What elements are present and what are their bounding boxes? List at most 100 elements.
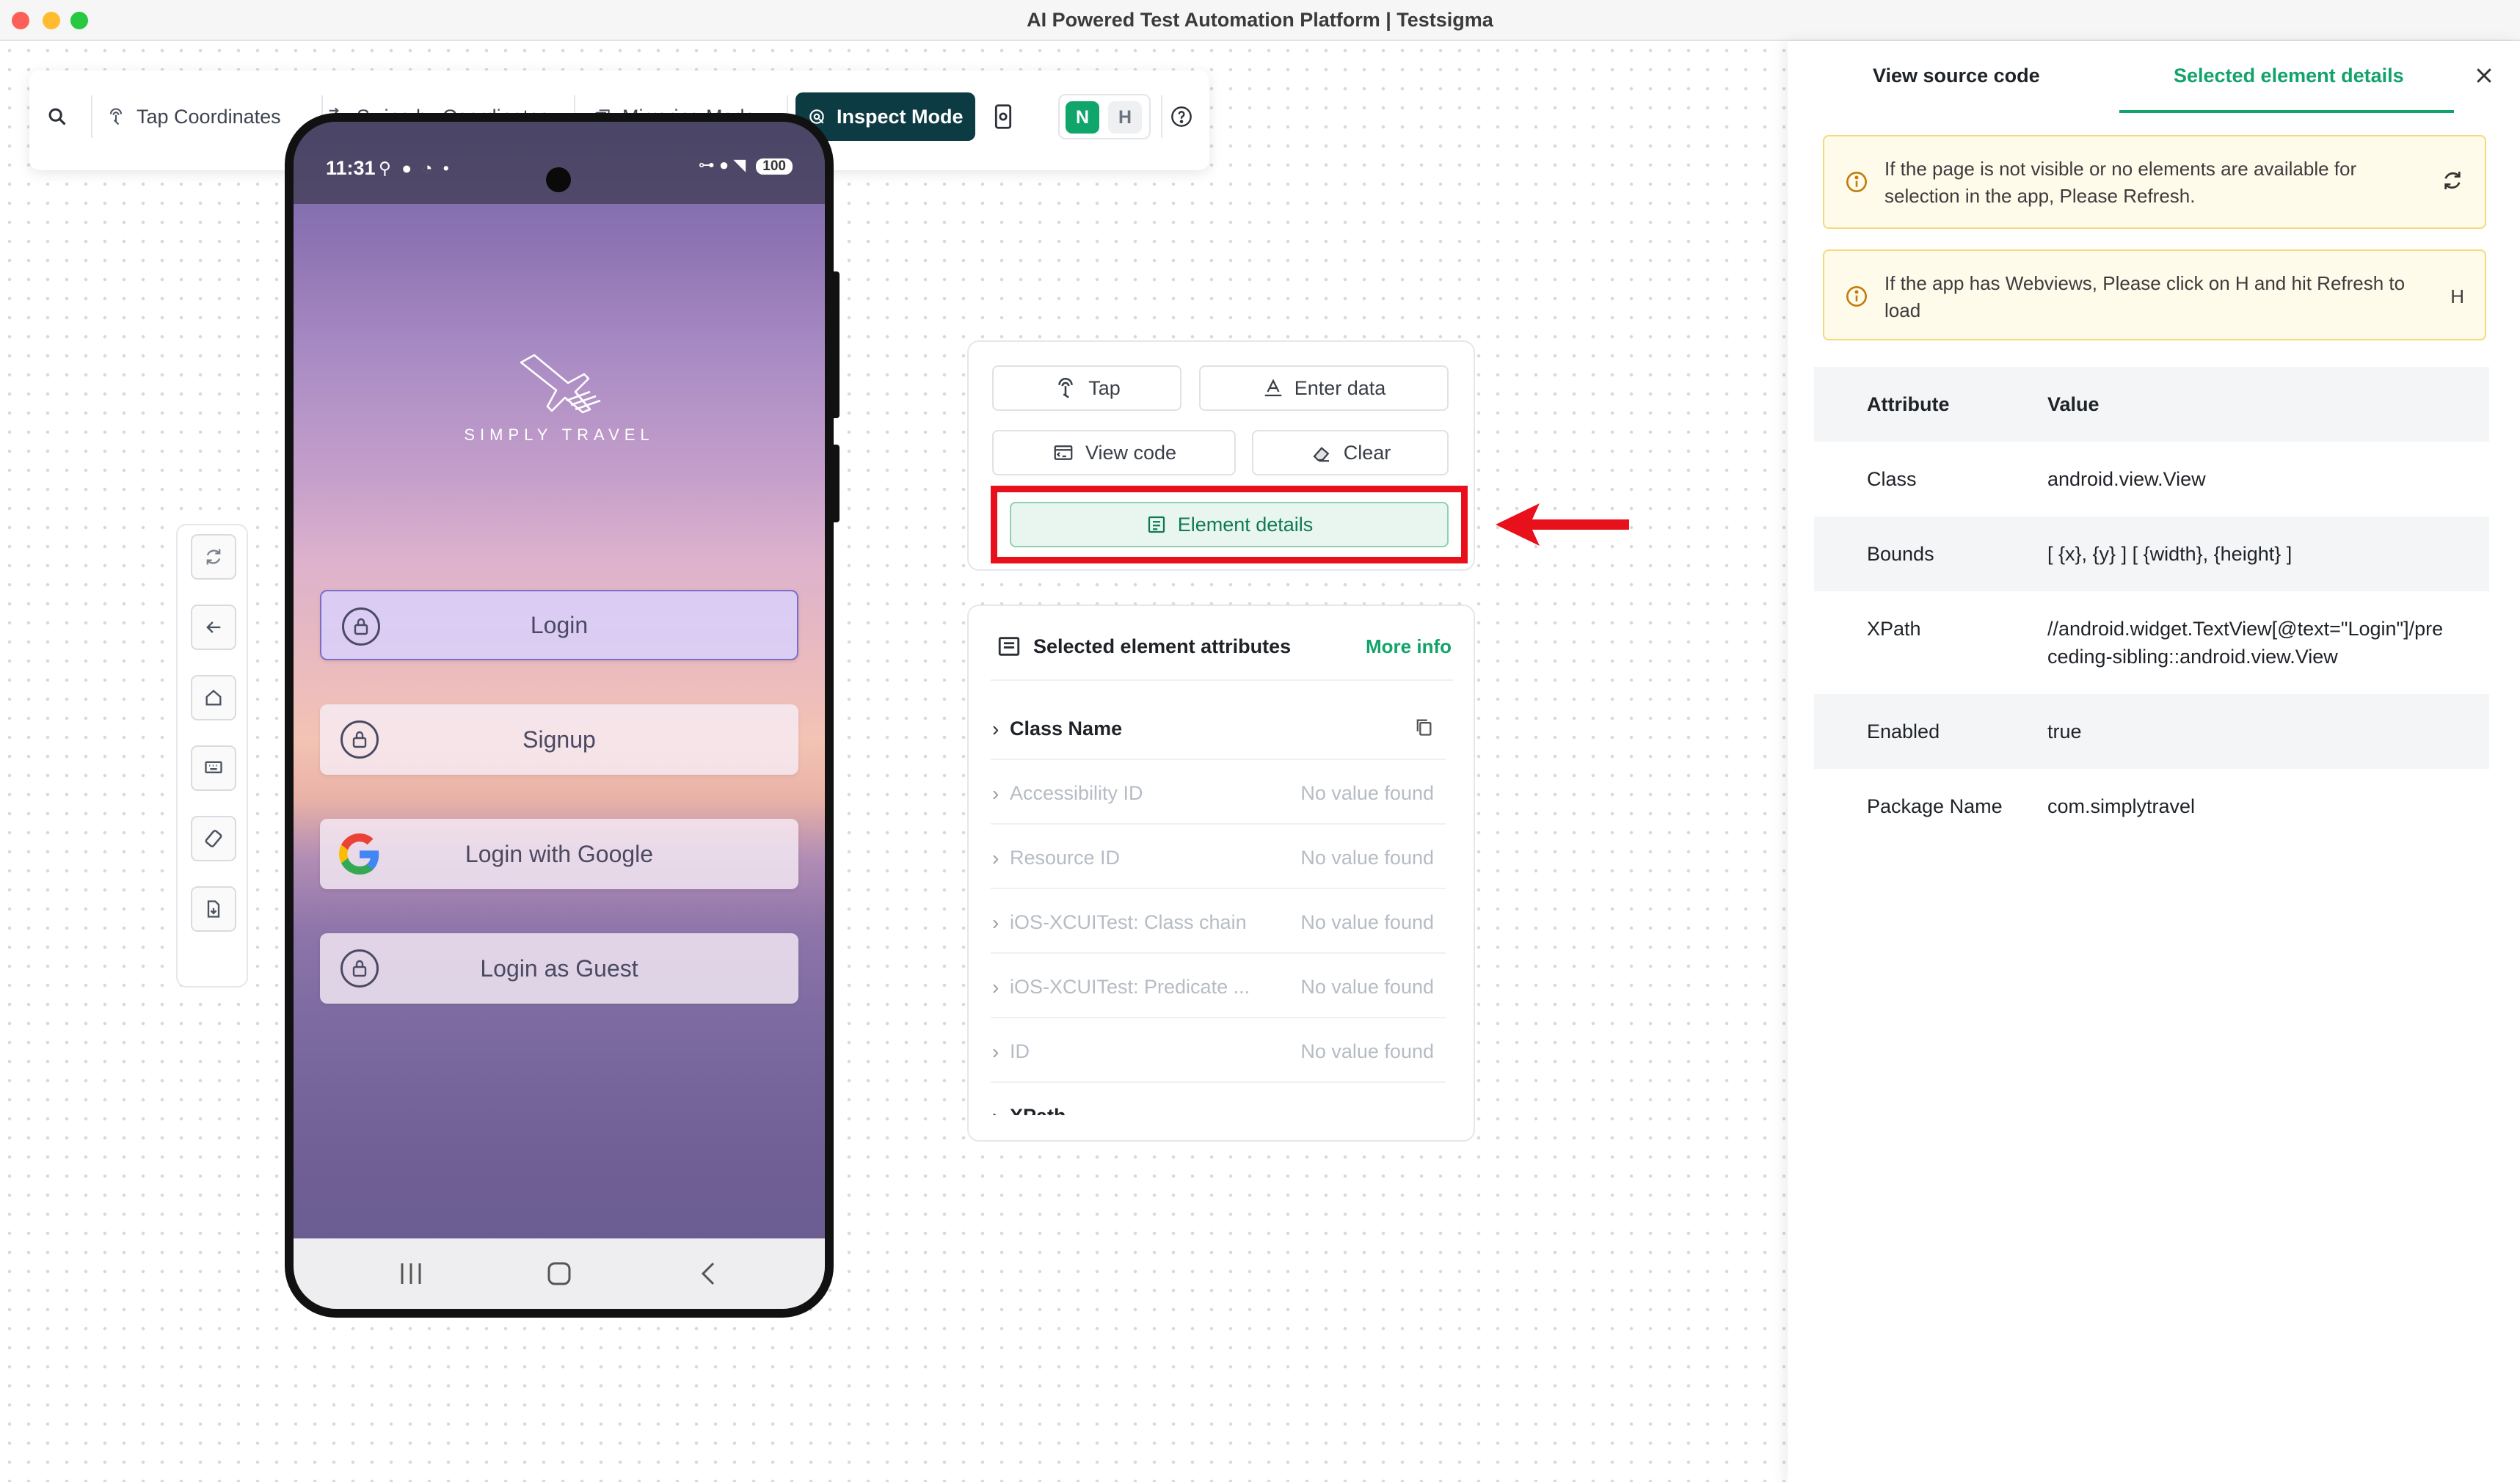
view-code-label: View code xyxy=(1085,441,1177,464)
chevron-right-icon: › xyxy=(992,1105,999,1115)
tap-coordinates-label: Tap Coordinates xyxy=(136,105,281,128)
detail-attribute: Package Name xyxy=(1867,795,2003,817)
device-canvas: Tap Coordinates Swipe by Coordinates Mir… xyxy=(0,41,1788,1482)
copy-icon[interactable] xyxy=(1413,716,1434,738)
help-button[interactable] xyxy=(1170,92,1203,141)
home-icon xyxy=(205,690,222,706)
attribute-name: ID xyxy=(1010,1040,1030,1062)
install-app-button[interactable] xyxy=(191,886,236,932)
attribute-row-resource-id[interactable]: › Resource ID No value found xyxy=(991,825,1446,889)
attribute-row-xpath[interactable]: › XPath xyxy=(991,1083,1446,1115)
status-system-icons: ⊶ ● ◥ 100 xyxy=(699,156,793,175)
login-label: Login xyxy=(530,611,589,638)
chevron-right-icon: › xyxy=(992,911,999,934)
tap-coordinates-button[interactable]: Tap Coordinates xyxy=(106,92,281,141)
device-rotate-button[interactable] xyxy=(191,816,236,861)
signup-button[interactable]: Signup xyxy=(320,704,798,775)
device-keyboard-button[interactable] xyxy=(191,745,236,791)
login-with-google-label: Login with Google xyxy=(465,840,654,867)
search-icon xyxy=(48,108,66,125)
attribute-row-class-chain[interactable]: › iOS-XCUITest: Class chain No value fou… xyxy=(991,889,1446,954)
hybrid-context-button[interactable]: H xyxy=(1108,101,1142,134)
device-screen[interactable]: 11:31 ⚲ ● ◔ • ⊶ ● ◥ 100 SIMPLY TRAVEL Lo… xyxy=(294,122,825,1309)
webview-notice-text: If the app has Webviews, Please click on… xyxy=(1884,272,2406,321)
app-brand-name: SIMPLY TRAVEL xyxy=(464,426,655,444)
attribute-row-class-name[interactable]: › Class Name xyxy=(991,696,1446,760)
window-title: AI Powered Test Automation Platform | Te… xyxy=(1027,9,1493,31)
device-back-button[interactable] xyxy=(191,605,236,650)
native-context-button[interactable]: N xyxy=(1066,101,1099,134)
info-icon xyxy=(1846,172,1867,192)
device-info-button[interactable] xyxy=(994,92,1023,141)
tap-button[interactable]: Tap xyxy=(992,365,1181,411)
lock-icon xyxy=(342,607,380,646)
attributes-panel-title: Selected element attributes xyxy=(1033,635,1292,657)
detail-attribute: Bounds xyxy=(1867,543,1934,565)
attribute-row-accessibility-id[interactable]: › Accessibility ID No value found xyxy=(991,760,1446,825)
recent-apps-icon[interactable] xyxy=(396,1260,426,1287)
login-with-google-button[interactable]: Login with Google xyxy=(320,819,798,889)
detail-attribute: Class xyxy=(1867,468,1917,490)
refresh-icon xyxy=(206,549,221,565)
nav-home-icon[interactable] xyxy=(546,1260,572,1287)
attribute-name: Resource ID xyxy=(1010,847,1121,869)
refresh-notice-text: If the page is not visible or no element… xyxy=(1884,158,2357,207)
attribute-column-header: Attribute xyxy=(1867,393,1950,415)
toolbar-divider xyxy=(1161,95,1162,138)
webview-hybrid-action[interactable]: H xyxy=(2450,283,2464,310)
detail-value: true xyxy=(2047,720,2082,742)
attribute-row-predicate[interactable]: › iOS-XCUITest: Predicate ... No value f… xyxy=(991,954,1446,1018)
install-app-icon xyxy=(207,900,220,918)
rotate-icon xyxy=(205,830,222,847)
google-logo-icon xyxy=(339,833,379,875)
back-icon xyxy=(206,621,221,633)
attribute-value: No value found xyxy=(1300,847,1434,869)
attribute-value: No value found xyxy=(1300,782,1434,804)
attributes-list-icon xyxy=(998,637,1020,656)
login-button[interactable]: Login xyxy=(320,590,798,660)
details-row-enabled: Enabled true xyxy=(1814,694,2489,769)
lock-icon xyxy=(341,720,379,759)
attribute-row-id[interactable]: › ID No value found xyxy=(991,1018,1446,1083)
search-button[interactable] xyxy=(47,92,78,141)
chevron-right-icon: › xyxy=(992,718,999,740)
tap-label: Tap xyxy=(1088,376,1121,399)
keyboard-icon xyxy=(205,761,222,773)
clear-button[interactable]: Clear xyxy=(1252,430,1449,475)
refresh-notice: If the page is not visible or no element… xyxy=(1823,135,2486,229)
nav-back-icon[interactable] xyxy=(697,1260,719,1287)
signup-label: Signup xyxy=(522,726,596,753)
help-icon xyxy=(1171,106,1192,127)
refresh-icon[interactable] xyxy=(2441,169,2464,192)
detail-attribute: Enabled xyxy=(1867,720,1940,742)
view-code-button[interactable]: View code xyxy=(992,430,1236,475)
element-details-sidebar: View source code Selected element detail… xyxy=(1788,41,2520,1482)
status-time: 11:31 xyxy=(326,157,376,179)
details-row-xpath: XPath //android.widget.TextView[@text="L… xyxy=(1814,591,2489,694)
chevron-right-icon: › xyxy=(992,976,999,999)
chevron-right-icon: › xyxy=(992,847,999,869)
enter-data-icon xyxy=(1264,379,1281,397)
detail-value: com.simplytravel xyxy=(2047,795,2196,817)
active-tab-indicator xyxy=(2119,110,2454,113)
red-arrow-annotation xyxy=(1496,503,1629,546)
close-icon[interactable] xyxy=(2473,65,2495,87)
attribute-value: No value found xyxy=(1300,911,1434,933)
details-table-header: Attribute Value xyxy=(1814,367,2489,442)
device-side-tools xyxy=(176,524,248,988)
enter-data-label: Enter data xyxy=(1294,376,1386,399)
eraser-icon xyxy=(1313,447,1330,462)
webview-notice: If the app has Webviews, Please click on… xyxy=(1823,249,2486,340)
tab-view-source-code[interactable]: View source code xyxy=(1873,65,2040,87)
detail-attribute: XPath xyxy=(1867,618,1921,640)
attribute-value: No value found xyxy=(1300,1040,1434,1062)
device-home-button[interactable] xyxy=(191,675,236,720)
login-as-guest-button[interactable]: Login as Guest xyxy=(320,933,798,1004)
title-bar: AI Powered Test Automation Platform | Te… xyxy=(0,0,2520,41)
more-info-link[interactable]: More info xyxy=(1366,635,1452,658)
tab-selected-element-details[interactable]: Selected element details xyxy=(2174,65,2404,87)
login-as-guest-label: Login as Guest xyxy=(480,954,638,982)
enter-data-button[interactable]: Enter data xyxy=(1199,365,1449,411)
refresh-screen-button[interactable] xyxy=(191,534,236,580)
code-icon xyxy=(1054,445,1073,460)
